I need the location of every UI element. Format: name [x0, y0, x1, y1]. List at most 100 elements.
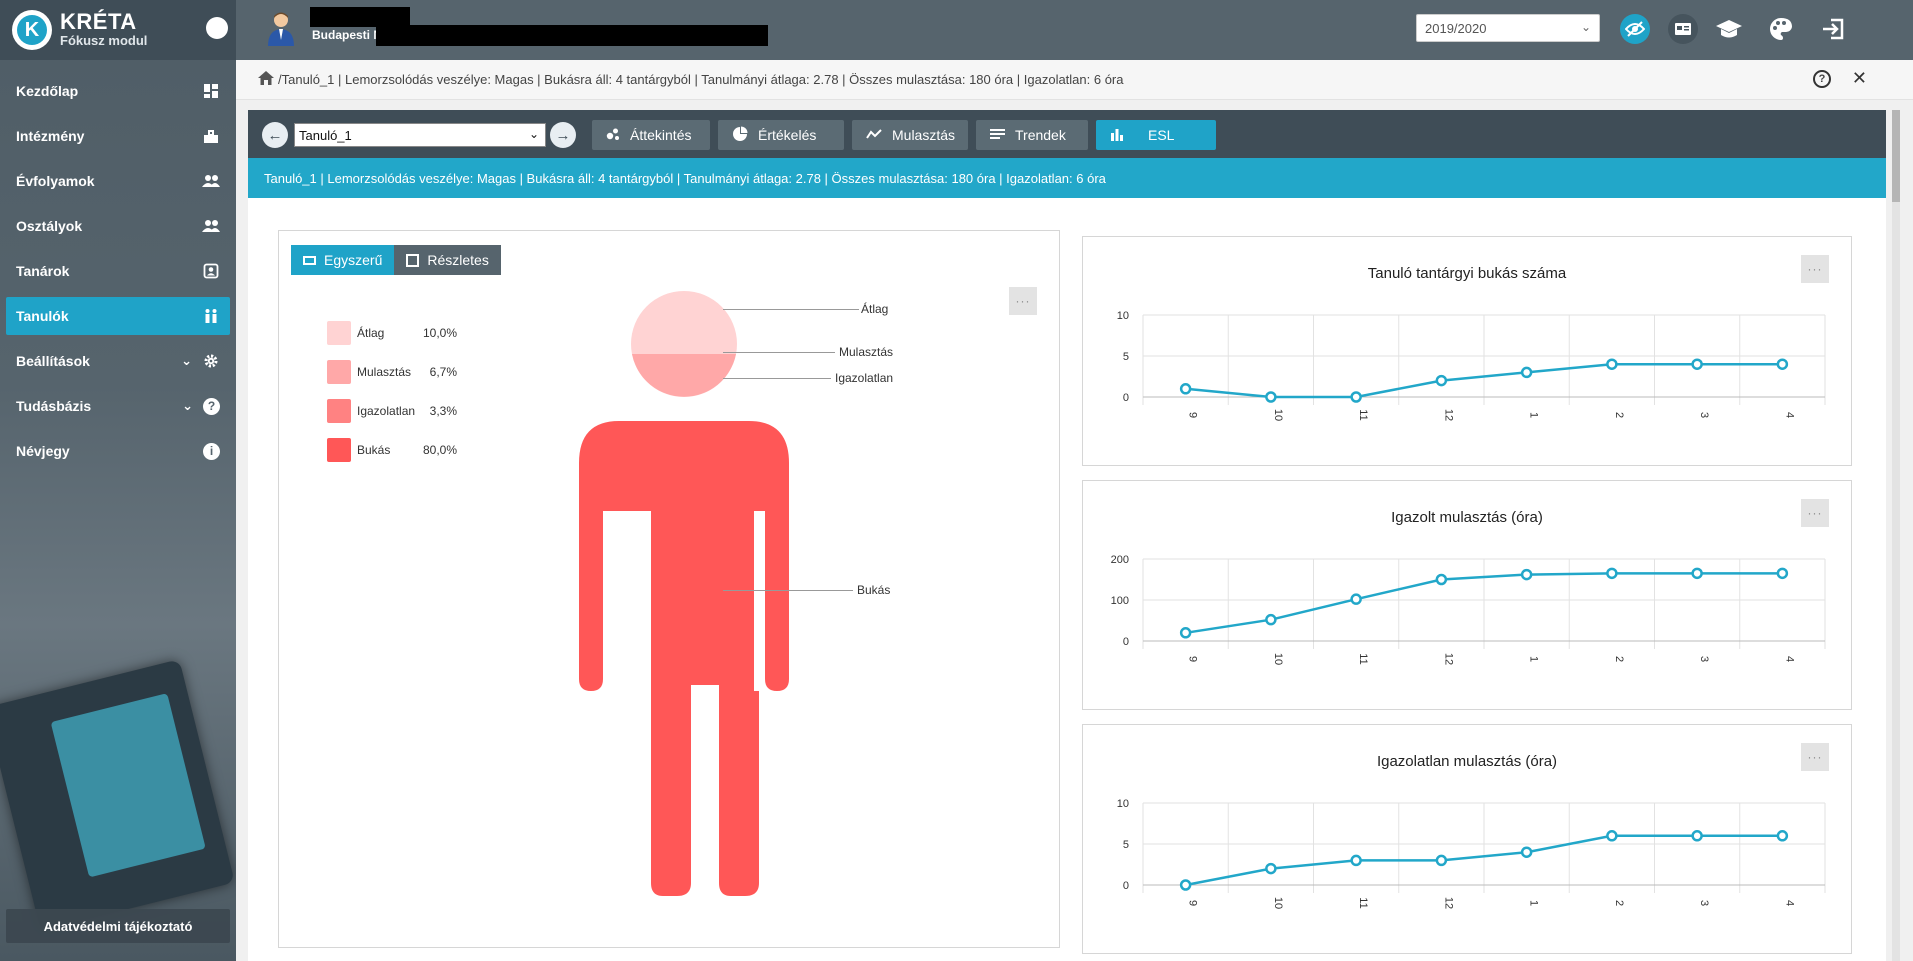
tab-label: Áttekintés	[630, 127, 692, 143]
figure-head-bottom	[632, 354, 736, 397]
chart-panel-unexcused: Igazolatlan mulasztás (óra) ··· 0 5 10 9 10 1…	[1082, 724, 1852, 954]
legend-label: Bukás	[357, 442, 391, 457]
view-toggle: Egyszerű Részletes	[291, 245, 501, 275]
logout-icon[interactable]	[1818, 14, 1848, 44]
sidebar-item-evfolyamok[interactable]: Évfolyamok	[6, 162, 230, 200]
data-point	[1691, 358, 1703, 370]
home-icon[interactable]	[258, 71, 274, 88]
list-icon	[990, 127, 1005, 143]
sidebar-item-tudasbazis[interactable]: Tudásbázis ⌄ ?	[6, 387, 230, 425]
leader-line	[723, 352, 835, 353]
student-select-value: Tanuló_1	[299, 128, 352, 143]
tablet-screen	[50, 693, 206, 878]
data-point	[1520, 846, 1533, 858]
help-icon[interactable]: ?	[1813, 70, 1831, 88]
x-tick-label: 3	[1698, 900, 1710, 906]
tab-label: Értékelés	[758, 127, 817, 143]
chevron-down-icon: ⌄	[1580, 20, 1591, 34]
x-tick-label: 10	[1272, 897, 1284, 909]
sidebar-item-kezdolap[interactable]: Kezdőlap	[6, 72, 230, 110]
school-year-select[interactable]: 2019/2020 ⌄	[1416, 14, 1600, 42]
kreta-logo[interactable]: K	[12, 10, 52, 50]
previous-student-button[interactable]: ←	[262, 122, 288, 148]
breadcrumb-text: /Tanuló_1 | Lemorzsolódás veszélye: Maga…	[278, 72, 1124, 87]
leader-line	[723, 590, 853, 591]
scrollbar-thumb[interactable]	[1892, 110, 1900, 202]
student-select[interactable]: Tanuló_1 ⌄	[294, 123, 546, 147]
dashboard-icon	[202, 82, 220, 100]
data-point	[1350, 854, 1362, 867]
more-options-button[interactable]: ···	[1009, 287, 1037, 315]
x-tick-label: 2	[1613, 656, 1625, 662]
breadcrumb: /Tanuló_1 | Lemorzsolódás veszélye: Maga…	[236, 60, 1913, 100]
x-tick-label: 11	[1357, 897, 1369, 908]
legend-swatch	[327, 437, 351, 462]
sidebar-item-tanulok[interactable]: Tanulók	[6, 297, 230, 335]
sidebar-item-tanarok[interactable]: Tanárok	[6, 252, 230, 290]
x-tick-label: 2	[1613, 412, 1625, 418]
sidebar-item-label: Beállítások	[16, 353, 90, 369]
sidebar-item-label: Névjegy	[16, 443, 70, 459]
data-point	[1691, 567, 1703, 580]
data-point	[1776, 358, 1789, 370]
tab-esl[interactable]: ESL	[1096, 120, 1216, 150]
x-tick-label: 4	[1783, 900, 1795, 906]
legend-value: 3,3%	[429, 403, 457, 418]
avatar[interactable]	[266, 10, 296, 46]
logo-letter: K	[17, 15, 47, 45]
data-point	[1606, 830, 1618, 842]
data-point	[1691, 830, 1703, 842]
sidebar-item-label: Tudásbázis	[16, 398, 92, 414]
next-student-button[interactable]: →	[550, 122, 576, 148]
esl-figure-panel: Egyszerű Részletes ··· Átlag 10,0% Mulas…	[278, 230, 1060, 948]
tab-attekintes[interactable]: Áttekintés	[592, 120, 710, 150]
users-icon	[202, 172, 220, 190]
x-tick-label: 2	[1613, 900, 1625, 906]
help-icon: ?	[203, 397, 220, 415]
view-simple-label: Egyszerű	[324, 252, 383, 268]
legend-item: Mulasztás 6,7%	[327, 352, 457, 391]
line-chart: 05109 10 11 12 1 2 3 4	[1117, 310, 1826, 421]
x-tick-label: 3	[1698, 412, 1710, 418]
x-tick-label: 9	[1187, 656, 1199, 662]
data-point	[1435, 854, 1448, 867]
privacy-notice-button[interactable]: Adatvédelmi tájékoztató	[6, 909, 230, 943]
legend-swatch	[327, 359, 351, 384]
sidebar-header: K KRÉTA Fókusz modul	[0, 0, 236, 60]
data-point	[1520, 568, 1533, 581]
data-point	[1435, 374, 1448, 387]
close-icon[interactable]: ✕	[1852, 68, 1867, 89]
y-tick-label: 0	[1123, 880, 1129, 892]
redacted-institution	[376, 25, 768, 46]
chart-panel-failures: Tanuló tantárgyi bukás száma ··· 0 5 10 9 10…	[1082, 236, 1852, 466]
overview-icon	[606, 127, 620, 144]
x-tick-label: 10	[1272, 409, 1284, 421]
tab-mulasztas[interactable]: Mulasztás	[852, 120, 968, 150]
data-point	[1265, 862, 1277, 875]
pie-chart-icon	[732, 126, 748, 145]
callout-atlag: Átlag	[861, 302, 889, 316]
redacted-user-name	[310, 7, 410, 27]
eye-off-icon[interactable]	[1620, 14, 1650, 44]
sidebar-item-nevjegy[interactable]: Névjegy i	[6, 432, 230, 470]
sidebar-item-osztalyok[interactable]: Osztályok	[6, 207, 230, 245]
tab-trendek[interactable]: Trendek	[976, 120, 1088, 150]
y-tick-label: 10	[1117, 310, 1129, 322]
sidebar-item-label: Kezdőlap	[16, 83, 79, 99]
arrow-left-icon: ←	[267, 126, 283, 144]
tab-ertekeles[interactable]: Értékelés	[718, 120, 844, 150]
main-content: ← Tanuló_1 ⌄ → Áttekintés Értékelés Mula…	[248, 110, 1900, 961]
graduation-cap-icon[interactable]	[1714, 14, 1744, 44]
palette-icon[interactable]	[1766, 14, 1796, 44]
student-toolbar: ← Tanuló_1 ⌄ → Áttekintés Értékelés Mula…	[248, 110, 1886, 158]
view-simple-button[interactable]: Egyszerű	[291, 245, 395, 275]
id-card-icon	[202, 262, 220, 280]
x-tick-label: 12	[1442, 653, 1454, 665]
x-tick-label: 3	[1698, 656, 1710, 662]
sidebar-item-intezmeny[interactable]: Intézmény	[6, 117, 230, 155]
sidebar-item-beallitasok[interactable]: Beállítások ⌄	[6, 342, 230, 380]
scrollbar-track[interactable]	[1892, 110, 1900, 961]
sidebar-toggle-button[interactable]	[206, 17, 228, 39]
id-card-icon[interactable]	[1668, 14, 1698, 44]
view-detailed-button[interactable]: Részletes	[394, 245, 501, 275]
